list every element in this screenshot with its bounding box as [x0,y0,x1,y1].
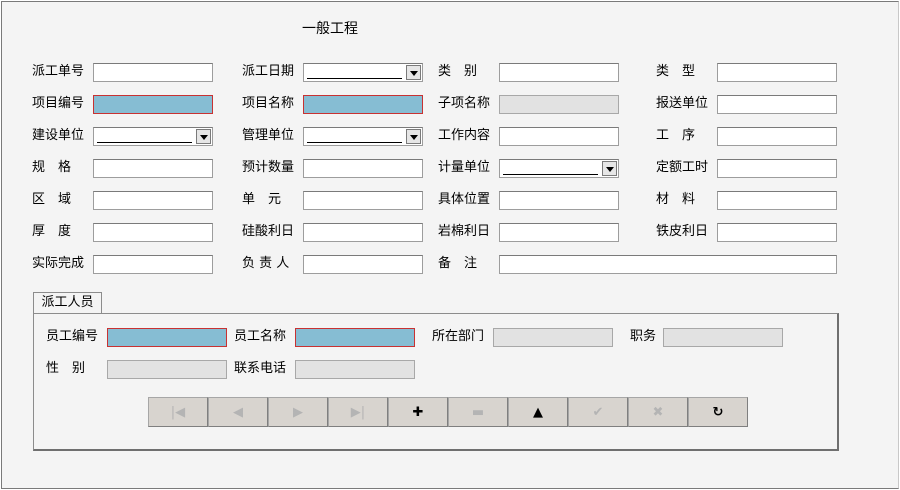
next-record-button[interactable]: ▶ [268,397,328,427]
est-qty-field[interactable] [303,159,423,178]
owner-field[interactable] [303,255,423,274]
work-content-label: 工作内容 [438,128,491,143]
db-navigator: |◀ ◀ ▶ ▶| ✚ ▬ ▲ ✔ ✖ ↻ [148,397,748,427]
phone-field [295,360,415,379]
unit2-label: 单 元 [242,192,282,207]
gender-field [107,360,227,379]
construction-unit-select[interactable] [93,127,213,146]
cancel-icon: ✖ [652,404,664,420]
spec-label: 规 格 [32,160,72,175]
quota-hours-label: 定额工时 [656,160,709,175]
management-unit-select[interactable] [303,127,423,146]
report-unit-field[interactable] [717,95,837,114]
iron-field[interactable] [717,223,837,242]
phone-label: 联系电话 [234,361,287,376]
gender-label: 性 别 [46,361,86,376]
management-unit-label: 管理单位 [242,128,295,143]
dept-label: 所在部门 [432,329,485,344]
emp-name-field[interactable] [295,328,415,347]
chevron-down-icon[interactable] [406,65,421,80]
measure-unit-select[interactable] [499,159,619,178]
construction-unit-label: 建设单位 [32,128,85,143]
subitem-name-field [499,95,619,114]
process-field[interactable] [717,127,837,146]
measure-unit-label: 计量单位 [438,160,491,175]
next-record-icon: ▶ [293,404,303,420]
category-field[interactable] [499,63,619,82]
dispatch-no-field[interactable] [93,63,213,82]
cancel-button[interactable]: ✖ [628,397,688,427]
work-content-field[interactable] [499,127,619,146]
emp-no-field[interactable] [107,328,227,347]
category-label: 类 别 [438,64,478,79]
remark-label: 备 注 [438,256,478,271]
dispatch-date-select[interactable] [303,63,423,82]
remark-field[interactable] [499,255,837,274]
thickness-label: 厚 度 [32,224,72,239]
silicate-label: 硅酸利日 [242,224,295,239]
report-unit-label: 报送单位 [656,96,709,111]
location-label: 具体位置 [438,192,491,207]
last-record-icon: ▶| [350,404,366,420]
delete-icon: ▬ [471,404,485,420]
rockwool-field[interactable] [499,223,619,242]
emp-no-label: 员工编号 [46,329,99,344]
delete-button[interactable]: ▬ [448,397,508,427]
first-record-button[interactable]: |◀ [148,397,208,427]
process-label: 工 序 [656,128,696,143]
actual-field[interactable] [93,255,213,274]
spec-field[interactable] [93,159,213,178]
insert-icon: ✚ [412,404,424,420]
project-code-label: 项目编号 [32,96,85,111]
subitem-name-label: 子项名称 [438,96,491,111]
first-record-icon: |◀ [170,404,186,420]
type-label: 类 型 [656,64,696,79]
est-qty-label: 预计数量 [242,160,295,175]
tab-staff[interactable]: 派工人员 [33,292,102,314]
thickness-field[interactable] [93,223,213,242]
last-record-button[interactable]: ▶| [328,397,388,427]
emp-name-label: 员工名称 [234,329,287,344]
material-label: 材 料 [656,192,696,207]
chevron-down-icon[interactable] [406,129,421,144]
dispatch-no-label: 派工单号 [32,64,85,79]
project-name-field[interactable] [303,95,423,114]
prior-record-button[interactable]: ◀ [208,397,268,427]
type-field[interactable] [717,63,837,82]
quota-hours-field[interactable] [717,159,837,178]
project-code-field[interactable] [93,95,213,114]
location-field[interactable] [499,191,619,210]
project-name-label: 项目名称 [242,96,295,111]
insert-button[interactable]: ✚ [388,397,448,427]
refresh-icon: ↻ [712,404,724,420]
material-field[interactable] [717,191,837,210]
page-title: 一般工程 [302,21,358,37]
iron-label: 铁皮利日 [656,224,709,239]
dispatch-date-label: 派工日期 [242,64,295,79]
edit-button[interactable]: ▲ [508,397,568,427]
prior-record-icon: ◀ [233,404,243,420]
rockwool-label: 岩棉利日 [438,224,491,239]
area-label: 区 域 [32,192,72,207]
chevron-down-icon[interactable] [602,161,617,176]
unit2-field[interactable] [303,191,423,210]
actual-label: 实际完成 [32,256,85,271]
refresh-button[interactable]: ↻ [688,397,748,427]
post-icon: ✔ [592,404,604,420]
chevron-down-icon[interactable] [196,129,211,144]
post-button[interactable]: ✔ [568,397,628,427]
silicate-field[interactable] [303,223,423,242]
owner-label: 负 责 人 [242,256,290,271]
dept-field [493,328,613,347]
area-field[interactable] [93,191,213,210]
position-field [663,328,783,347]
edit-icon: ▲ [533,404,543,420]
position-label: 职务 [630,329,657,344]
